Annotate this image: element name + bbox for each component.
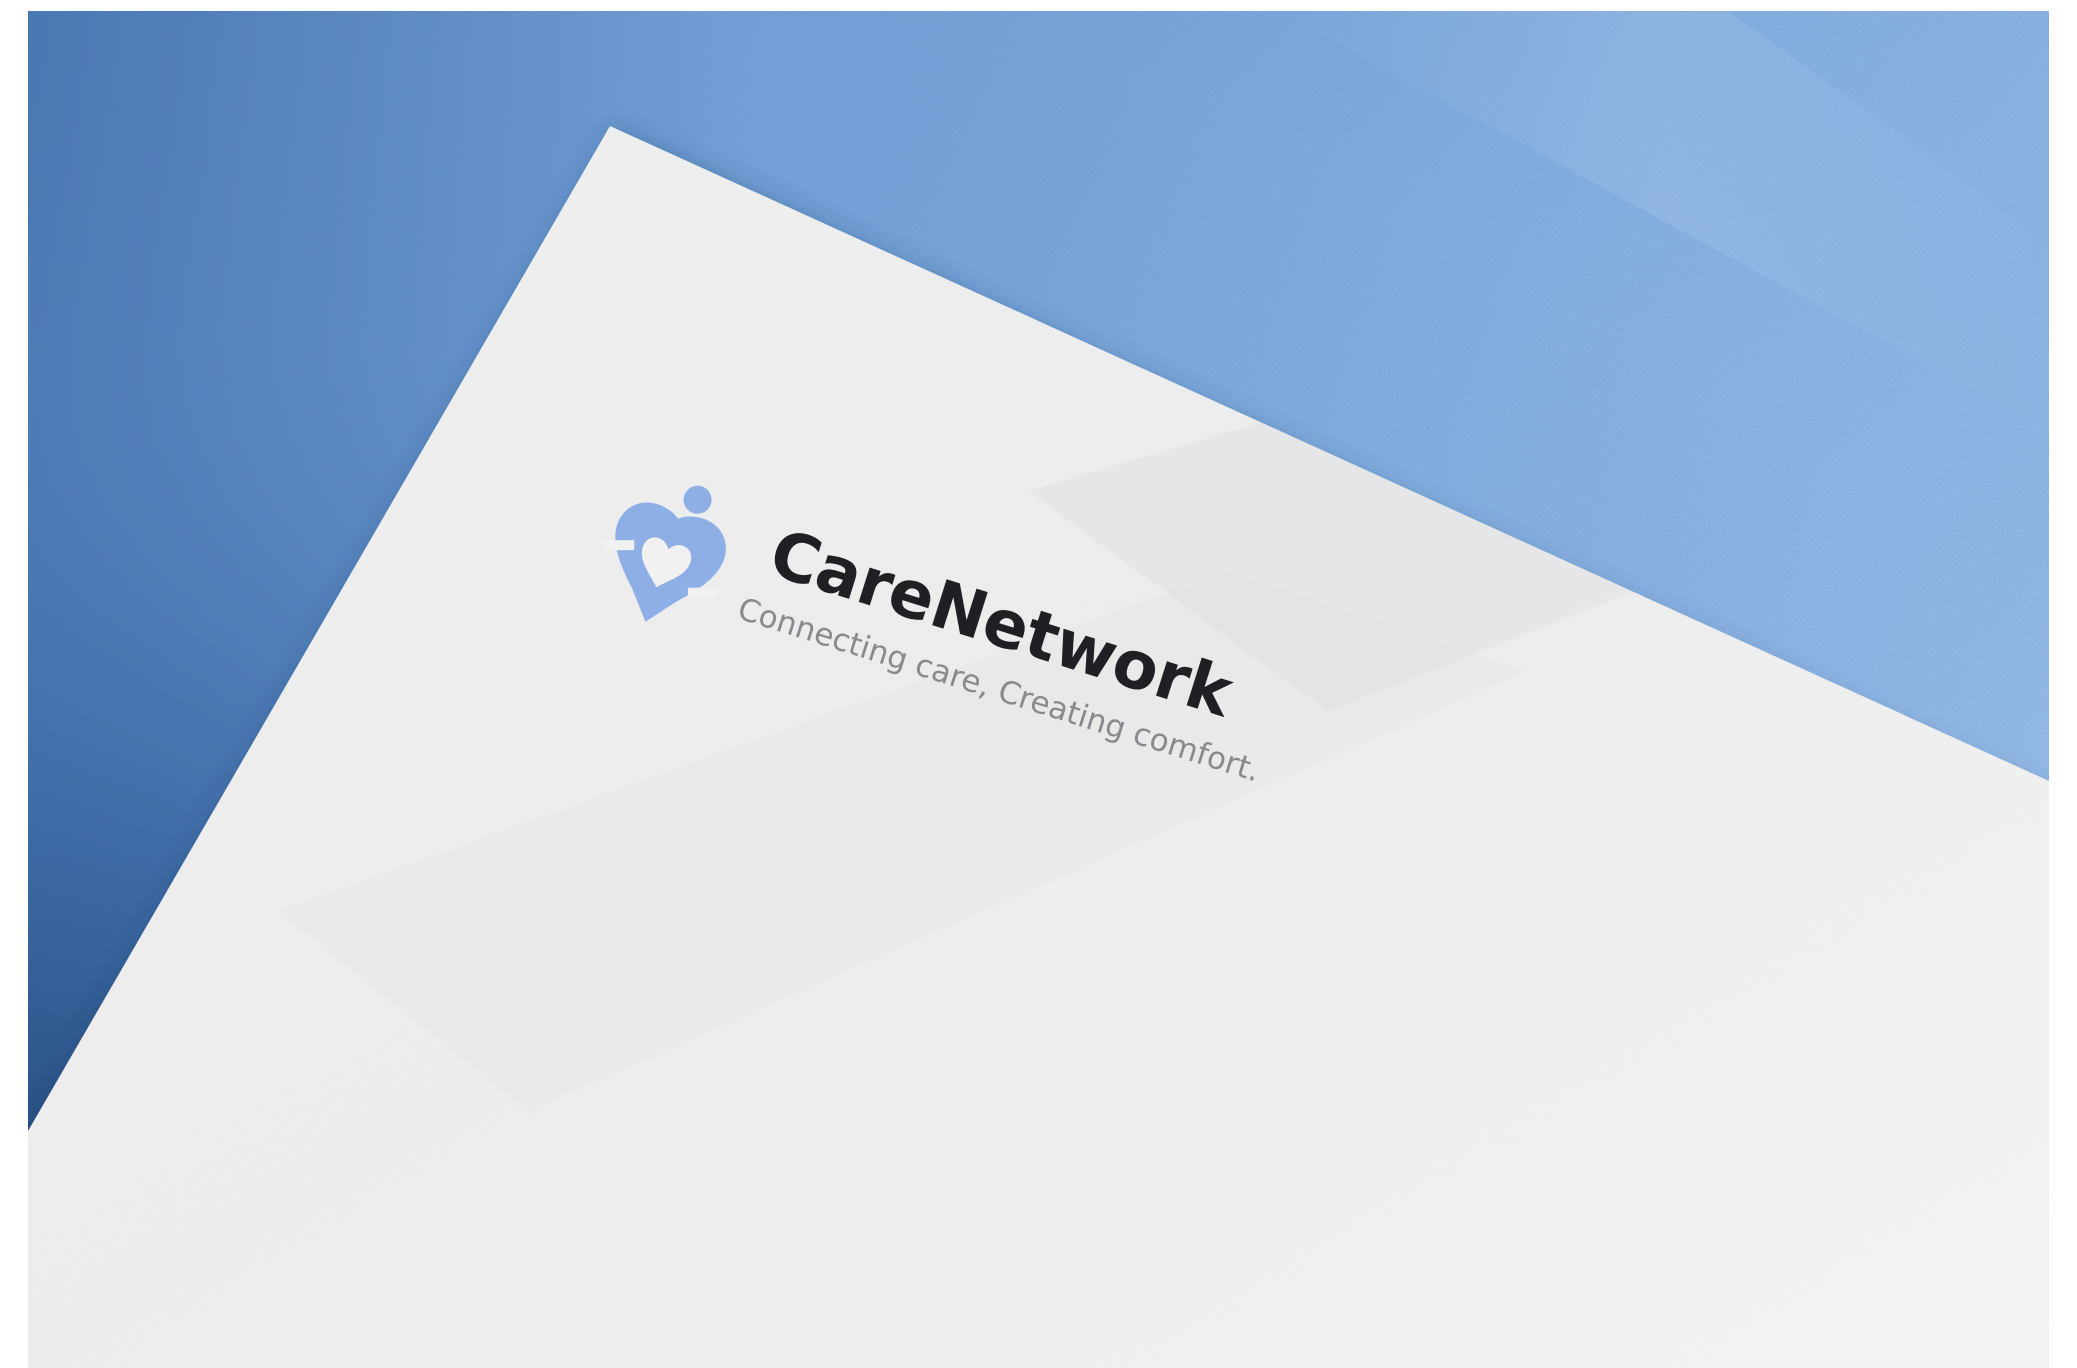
letterhead-mockup-scene: CareNetwork Connecting care, Creating co… [28, 11, 2049, 1368]
